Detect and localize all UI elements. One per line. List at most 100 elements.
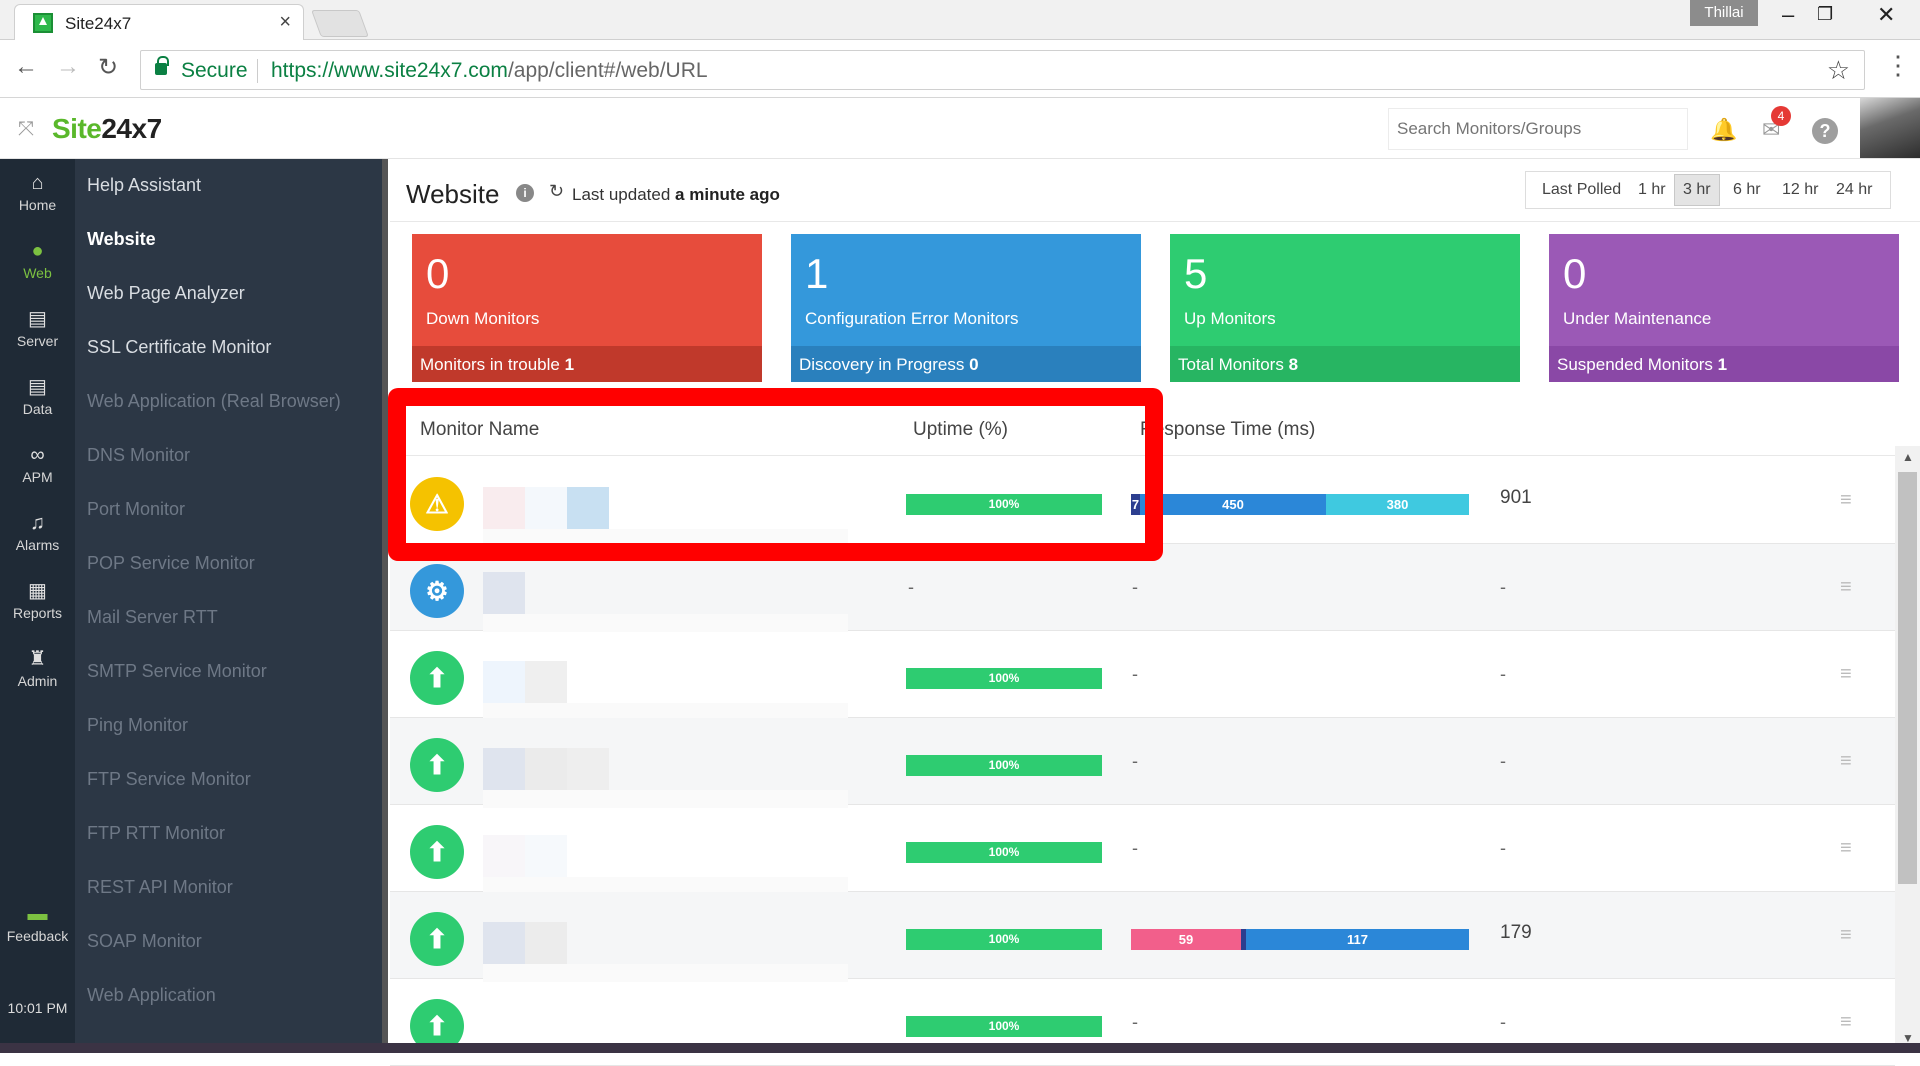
nav-home[interactable]: ⌂ Home [0, 173, 75, 213]
monitor-name-redacted [483, 661, 525, 703]
submenu-pop-service[interactable]: POP Service Monitor [87, 553, 255, 574]
close-tab-icon[interactable]: × [279, 11, 291, 34]
row-menu-icon[interactable]: ≡ [1840, 750, 1852, 773]
scroll-thumb[interactable] [1898, 472, 1917, 884]
info-icon[interactable]: i [516, 184, 534, 202]
card-footer[interactable]: Discovery in Progress 0 [791, 346, 1141, 382]
submenu-ftp-service[interactable]: FTP Service Monitor [87, 769, 251, 790]
row-menu-icon[interactable]: ≡ [1840, 1011, 1852, 1034]
app-header: ⤧ Site24x7 🔔 ✉ 4 ? [0, 98, 1920, 159]
refresh-icon[interactable]: ↻ [549, 181, 564, 202]
table-row[interactable]: ⬆ 100% - - ≡ [390, 718, 1895, 808]
submenu-web-page-analyzer[interactable]: Web Page Analyzer [87, 283, 245, 304]
table-scrollbar[interactable]: ▲ ▼ [1895, 446, 1920, 1053]
notification-bell-icon[interactable]: 🔔 [1710, 117, 1737, 142]
nav-feedback[interactable]: ▬ Feedback [0, 904, 75, 944]
gear-status-icon: ⚙ [410, 564, 464, 618]
table-row[interactable]: ⬆ 100% 59 117 179 ≡ [390, 892, 1895, 982]
submenu-website[interactable]: Website [87, 229, 156, 250]
uptime-bar: 100% [906, 755, 1102, 776]
submenu-soap-monitor[interactable]: SOAP Monitor [87, 931, 202, 952]
restore-icon[interactable]: ❐ [1817, 4, 1833, 25]
filter-1hr[interactable]: 1 hr [1638, 181, 1666, 199]
submenu-dns-monitor[interactable]: DNS Monitor [87, 445, 190, 466]
submenu-web-app-real-browser[interactable]: Web Application (Real Browser) [87, 391, 341, 412]
url-field[interactable]: Secure https://www.site24x7.com/app/clie… [140, 50, 1865, 90]
table-row[interactable]: ⬆ 100% - - ≡ [390, 631, 1895, 721]
up-arrow-status-icon: ⬆ [410, 738, 464, 792]
card-footer[interactable]: Monitors in trouble 1 [412, 346, 762, 382]
submenu-rest-api[interactable]: REST API Monitor [87, 877, 233, 898]
time-filter-group: Last Polled 1 hr 3 hr 6 hr 12 hr 24 hr [1525, 171, 1891, 209]
nav-admin[interactable]: ♜ Admin [0, 649, 75, 689]
new-tab-button[interactable] [311, 10, 369, 37]
close-window-icon[interactable]: ✕ [1877, 2, 1895, 28]
nav-apm[interactable]: ∞ APM [0, 445, 75, 485]
nav-data[interactable]: ▤ Data [0, 377, 75, 417]
up-arrow-status-icon: ⬆ [410, 825, 464, 879]
submenu-smtp-service[interactable]: SMTP Service Monitor [87, 661, 267, 682]
col-response-time[interactable]: Response Time (ms) [1140, 419, 1315, 441]
expand-icon[interactable]: ⤧ [18, 118, 34, 141]
web-submenu: Help Assistant Website Web Page Analyzer… [75, 159, 387, 1053]
browser-tab[interactable]: Site24x7 × [14, 4, 304, 41]
card-under-maintenance[interactable]: 0 Under Maintenance Suspended Monitors 1 [1549, 234, 1899, 382]
card-up-monitors[interactable]: 5 Up Monitors Total Monitors 8 [1170, 234, 1520, 382]
url-divider [257, 59, 258, 83]
nav-server[interactable]: ▤ Server [0, 309, 75, 349]
table-row[interactable]: ⬆ 100% - - ≡ [390, 805, 1895, 895]
monitor-name-redacted [483, 922, 525, 964]
site24x7-logo[interactable]: Site24x7 [52, 113, 162, 145]
filter-6hr[interactable]: 6 hr [1733, 181, 1761, 199]
response-time-empty: - [1132, 1012, 1138, 1032]
submenu-help-assistant[interactable]: Help Assistant [87, 175, 201, 196]
card-footer-value: 8 [1288, 355, 1299, 374]
filter-12hr[interactable]: 12 hr [1782, 181, 1818, 199]
submenu-ftp-rtt[interactable]: FTP RTT Monitor [87, 823, 225, 844]
submenu-scrollbar[interactable] [382, 159, 388, 1053]
browser-menu-icon[interactable]: ⋮ [1885, 50, 1911, 81]
row-menu-icon[interactable]: ≡ [1840, 663, 1852, 686]
back-arrow-icon[interactable]: ← [14, 53, 38, 81]
search-monitors-input[interactable] [1388, 108, 1688, 150]
card-label: Up Monitors [1184, 309, 1276, 328]
submenu-port-monitor[interactable]: Port Monitor [87, 499, 185, 520]
scroll-up-arrow-icon[interactable]: ▲ [1902, 450, 1914, 464]
bookmark-star-icon[interactable]: ☆ [1827, 55, 1850, 86]
submenu-mail-server-rtt[interactable]: Mail Server RTT [87, 607, 218, 628]
nav-server-label: Server [16, 333, 59, 349]
nav-alarms[interactable]: ♫ Alarms [0, 513, 75, 553]
filter-last-polled[interactable]: Last Polled [1542, 181, 1621, 199]
submenu-ssl-certificate[interactable]: SSL Certificate Monitor [87, 337, 271, 358]
nav-web[interactable]: ● Web [0, 241, 75, 281]
server-icon: ▤ [28, 308, 47, 330]
reload-icon[interactable]: ↻ [98, 53, 118, 82]
user-avatar[interactable] [1860, 98, 1920, 158]
row-menu-icon[interactable]: ≡ [1840, 837, 1852, 860]
card-down-monitors[interactable]: 0 Down Monitors Monitors in trouble 1 [412, 234, 762, 382]
submenu-ping-monitor[interactable]: Ping Monitor [87, 715, 188, 736]
help-icon[interactable]: ? [1812, 118, 1838, 144]
nav-reports[interactable]: ▦ Reports [0, 581, 75, 621]
globe-icon: ● [31, 240, 44, 262]
card-footer[interactable]: Suspended Monitors 1 [1549, 346, 1899, 382]
card-footer-label: Monitors in trouble [420, 355, 560, 374]
row-menu-icon[interactable]: ≡ [1840, 489, 1852, 512]
minimize-icon[interactable]: – [1782, 2, 1794, 28]
card-number: 0 [1563, 250, 1587, 297]
header-divider [390, 221, 1920, 222]
filter-3hr[interactable]: 3 hr [1674, 174, 1720, 206]
row-menu-icon[interactable]: ≡ [1840, 924, 1852, 947]
response-time-bar: 7 450 380 [1131, 494, 1469, 515]
filter-24hr[interactable]: 24 hr [1836, 181, 1872, 199]
row-menu-icon[interactable]: ≡ [1840, 576, 1852, 599]
url-text[interactable]: https://www.site24x7.com/app/client#/web… [271, 59, 708, 83]
submenu-web-application[interactable]: Web Application [87, 985, 216, 1006]
os-taskbar [0, 1043, 1920, 1053]
nav-apm-label: APM [22, 469, 53, 485]
forward-arrow-icon[interactable]: → [56, 53, 80, 81]
card-config-error[interactable]: 1 Configuration Error Monitors Discovery… [791, 234, 1141, 382]
response-time-empty: - [1132, 838, 1138, 858]
card-footer[interactable]: Total Monitors 8 [1170, 346, 1520, 382]
browser-user-badge[interactable]: Thillai [1690, 0, 1758, 26]
